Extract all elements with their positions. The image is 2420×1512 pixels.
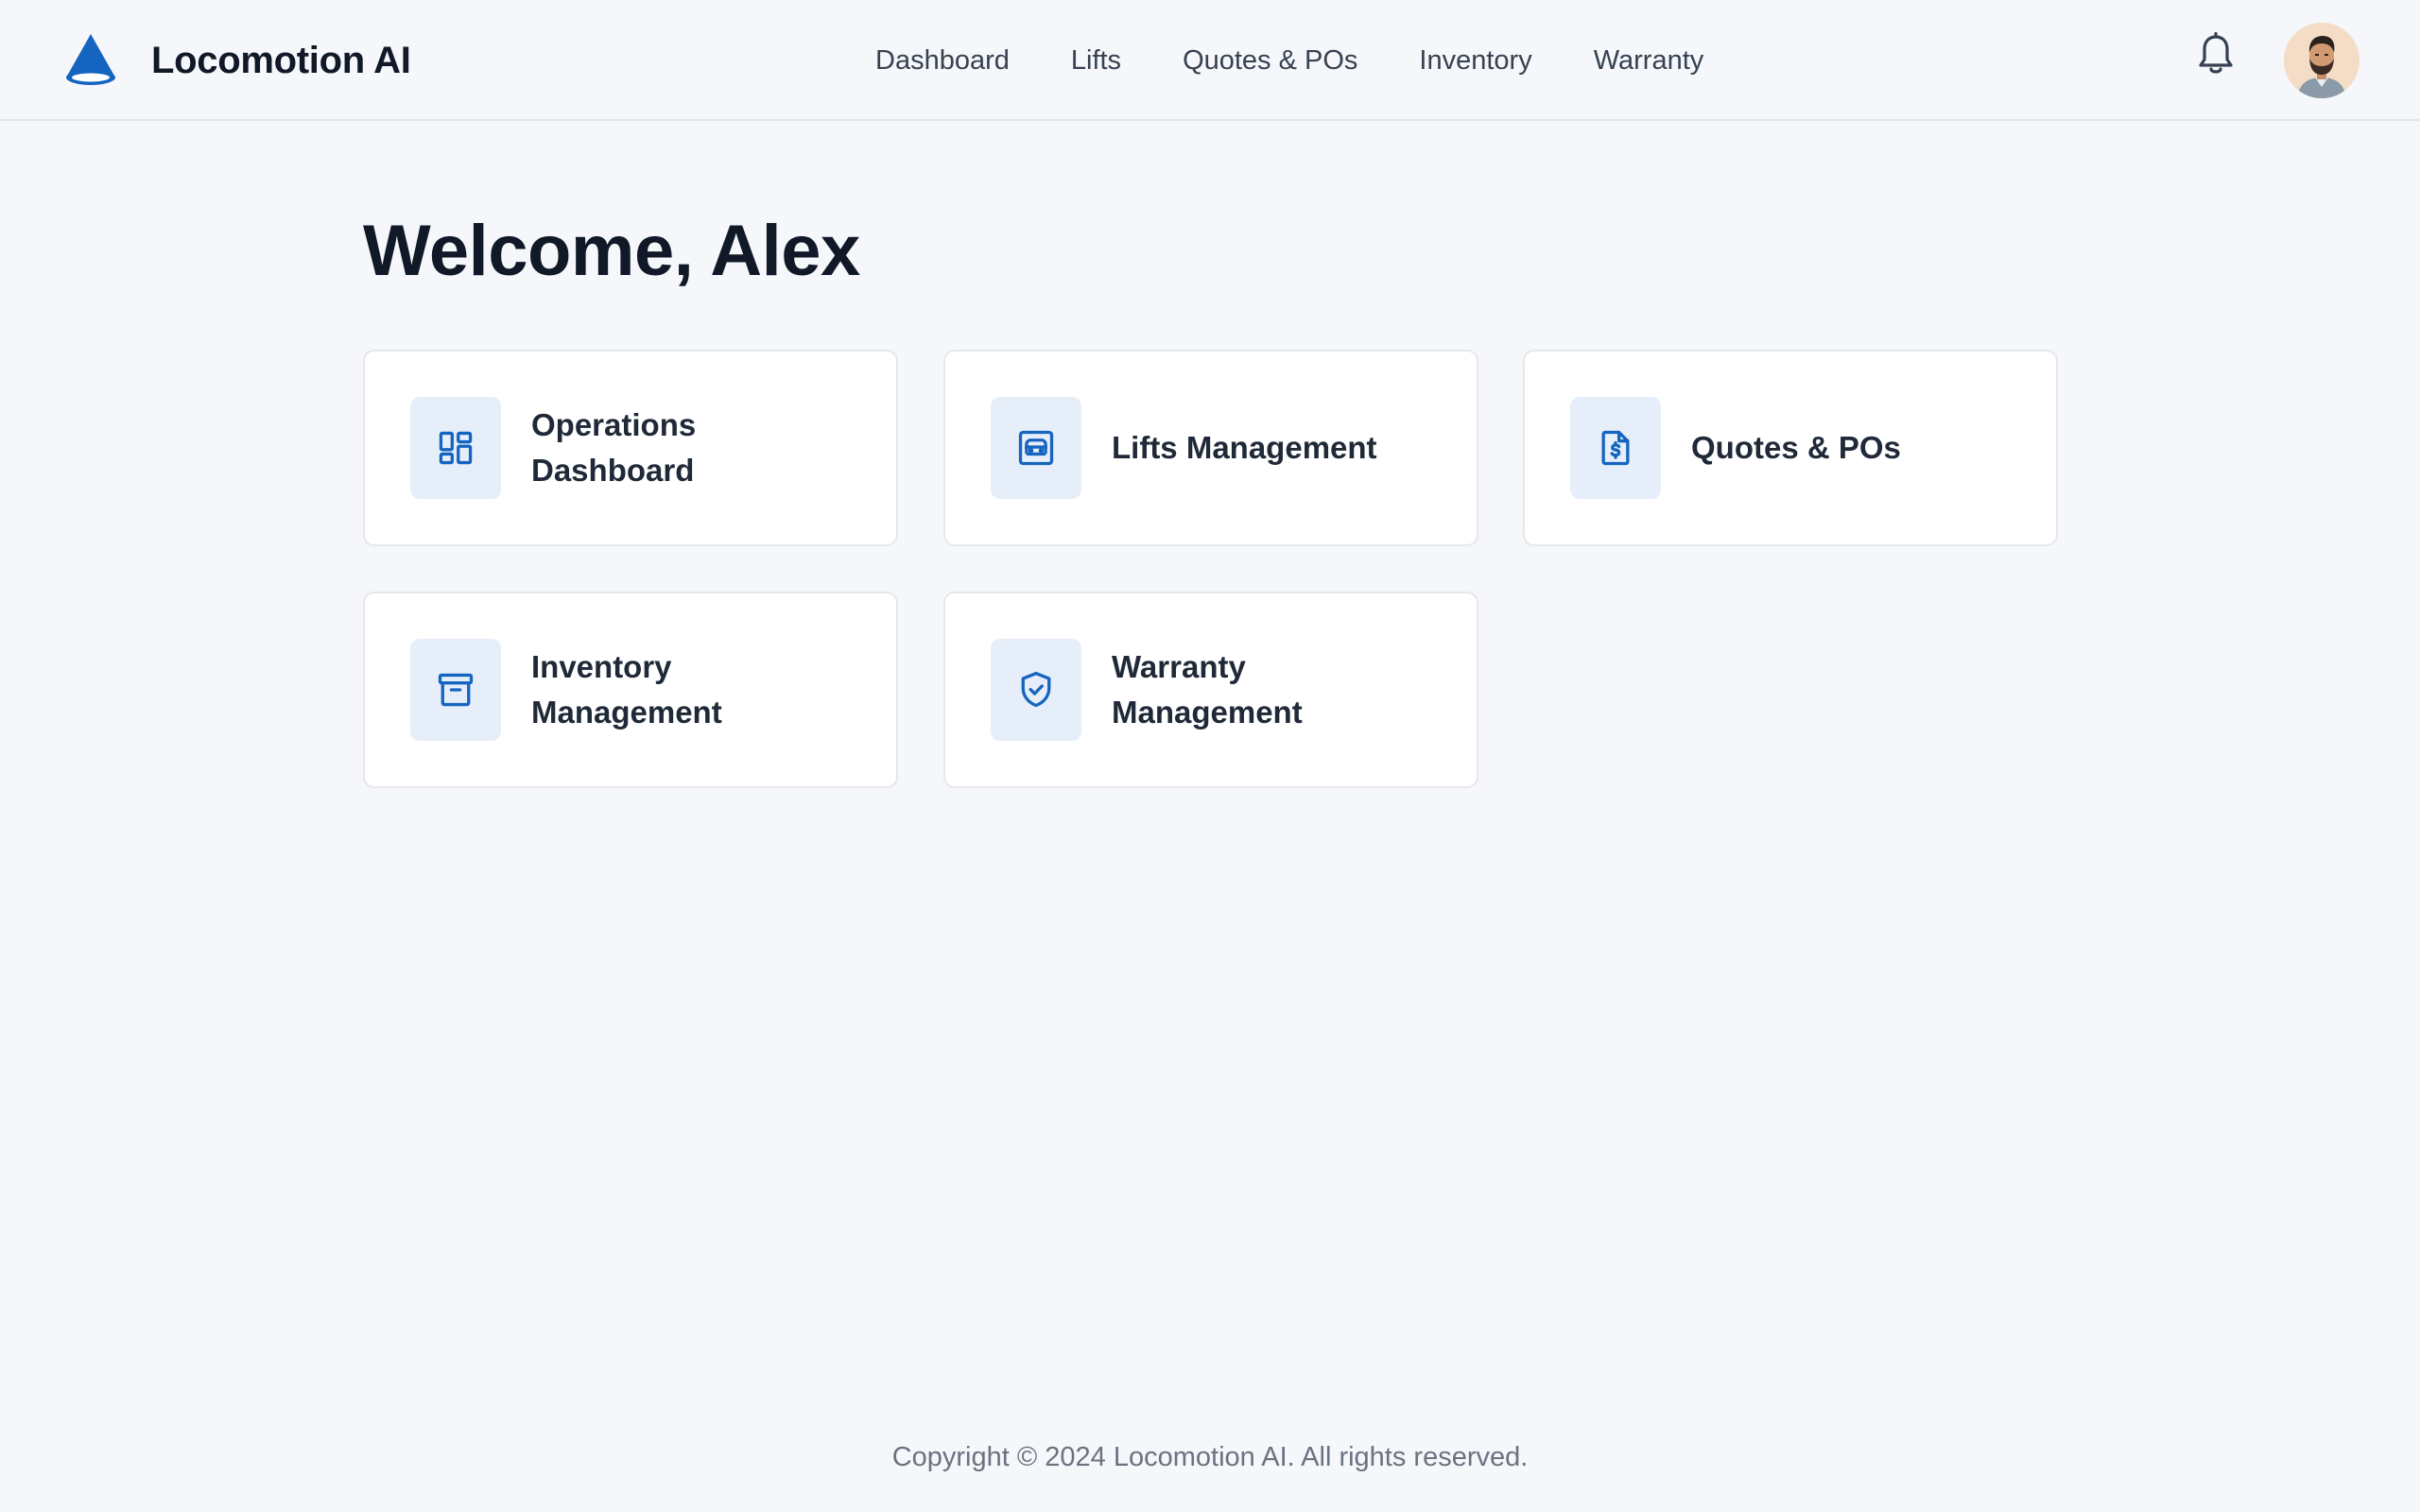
elevator-icon <box>1018 430 1054 466</box>
nav-lifts[interactable]: Lifts <box>1071 45 1121 77</box>
operations-dashboard-card[interactable]: Operations Dashboard <box>363 350 898 546</box>
card-label: Warranty Management <box>1112 649 1303 730</box>
card-icon-container <box>410 397 501 499</box>
card-icon-container <box>991 639 1081 741</box>
nav-warranty[interactable]: Warranty <box>1594 45 1704 77</box>
archive-box-icon <box>438 673 474 707</box>
main-nav: Dashboard Lifts Quotes & POs Inventory W… <box>875 36 1703 85</box>
cone-logo-icon <box>66 34 115 85</box>
brand-name: Locomotion AI <box>151 39 411 81</box>
nav-inventory[interactable]: Inventory <box>1419 45 1531 77</box>
page-title: Welcome, Alex <box>363 211 860 291</box>
shield-check-icon <box>1021 671 1051 708</box>
user-avatar[interactable] <box>2284 23 2360 98</box>
avatar-portrait <box>2284 23 2360 98</box>
warranty-management-card[interactable]: Warranty Management <box>943 592 1478 788</box>
card-label: Lifts Management <box>1112 430 1377 465</box>
dashboard-icon <box>439 431 473 465</box>
top-header: Locomotion AI Dashboard Lifts Quotes & P… <box>0 0 2420 121</box>
card-label: Quotes & POs <box>1691 430 1901 465</box>
card-label: Inventory Management <box>531 649 722 730</box>
card-label: Operations Dashboard <box>531 407 697 488</box>
card-icon-container <box>1570 397 1661 499</box>
inventory-management-card[interactable]: Inventory Management <box>363 592 898 788</box>
bell-icon[interactable] <box>2195 32 2237 77</box>
nav-quotes-pos[interactable]: Quotes & POs <box>1183 45 1357 77</box>
lifts-management-card[interactable]: Lifts Management <box>943 350 1478 546</box>
footer-copyright: Copyright © 2024 Locomotion AI. All righ… <box>891 1442 1529 1472</box>
quotes-pos-card[interactable]: Quotes & POs <box>1523 350 2058 546</box>
invoice-dollar-icon <box>1601 430 1630 466</box>
card-icon-container <box>410 639 501 741</box>
nav-dashboard[interactable]: Dashboard <box>875 45 1010 77</box>
brand[interactable]: Locomotion AI <box>60 30 411 91</box>
card-icon-container <box>991 397 1081 499</box>
